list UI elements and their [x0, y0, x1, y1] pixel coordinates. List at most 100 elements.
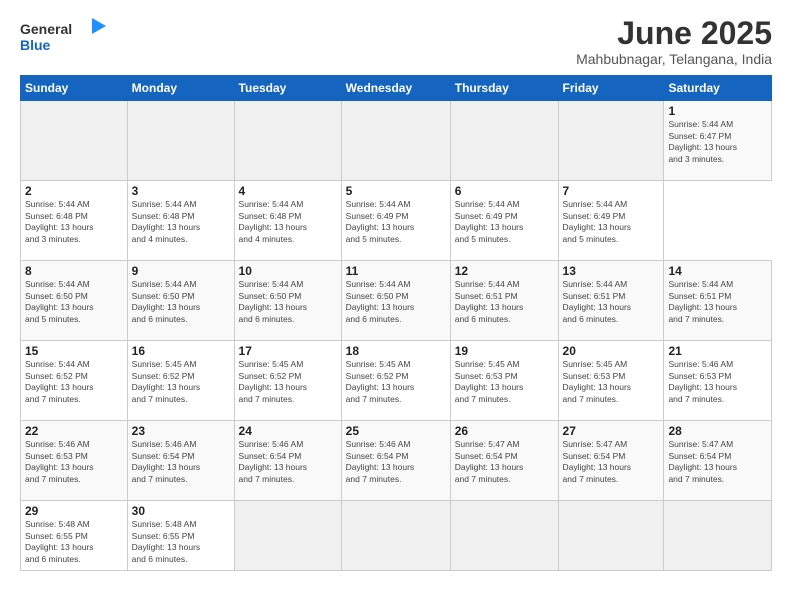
- day-number: 15: [25, 344, 123, 358]
- day-info: Sunrise: 5:44 AM Sunset: 6:51 PM Dayligh…: [668, 279, 767, 325]
- logo-content: General Blue: [20, 16, 110, 61]
- table-row: 17Sunrise: 5:45 AM Sunset: 6:52 PM Dayli…: [234, 341, 341, 421]
- table-row: 8Sunrise: 5:44 AM Sunset: 6:50 PM Daylig…: [21, 261, 128, 341]
- table-row: [341, 501, 450, 571]
- calendar-table: Sunday Monday Tuesday Wednesday Thursday…: [20, 75, 772, 571]
- col-friday: Friday: [558, 76, 664, 101]
- table-row: 22Sunrise: 5:46 AM Sunset: 6:53 PM Dayli…: [21, 421, 128, 501]
- day-number: 4: [239, 184, 337, 198]
- table-row: [341, 101, 450, 181]
- table-row: 27Sunrise: 5:47 AM Sunset: 6:54 PM Dayli…: [558, 421, 664, 501]
- table-row: 16Sunrise: 5:45 AM Sunset: 6:52 PM Dayli…: [127, 341, 234, 421]
- day-info: Sunrise: 5:47 AM Sunset: 6:54 PM Dayligh…: [563, 439, 660, 485]
- day-number: 17: [239, 344, 337, 358]
- day-number: 18: [346, 344, 446, 358]
- day-number: 22: [25, 424, 123, 438]
- col-saturday: Saturday: [664, 76, 772, 101]
- table-row: 21Sunrise: 5:46 AM Sunset: 6:53 PM Dayli…: [664, 341, 772, 421]
- table-row: 6Sunrise: 5:44 AM Sunset: 6:49 PM Daylig…: [450, 181, 558, 261]
- table-row: [558, 501, 664, 571]
- table-row: 20Sunrise: 5:45 AM Sunset: 6:53 PM Dayli…: [558, 341, 664, 421]
- table-row: 5Sunrise: 5:44 AM Sunset: 6:49 PM Daylig…: [341, 181, 450, 261]
- day-info: Sunrise: 5:45 AM Sunset: 6:52 PM Dayligh…: [346, 359, 446, 405]
- day-info: Sunrise: 5:44 AM Sunset: 6:49 PM Dayligh…: [455, 199, 554, 245]
- table-row: 25Sunrise: 5:46 AM Sunset: 6:54 PM Dayli…: [341, 421, 450, 501]
- table-row: 15Sunrise: 5:44 AM Sunset: 6:52 PM Dayli…: [21, 341, 128, 421]
- day-number: 10: [239, 264, 337, 278]
- table-row: 13Sunrise: 5:44 AM Sunset: 6:51 PM Dayli…: [558, 261, 664, 341]
- table-row: [127, 101, 234, 181]
- table-row: 26Sunrise: 5:47 AM Sunset: 6:54 PM Dayli…: [450, 421, 558, 501]
- day-number: 3: [132, 184, 230, 198]
- title-area: June 2025 Mahbubnagar, Telangana, India: [576, 16, 772, 67]
- table-row: 18Sunrise: 5:45 AM Sunset: 6:52 PM Dayli…: [341, 341, 450, 421]
- day-info: Sunrise: 5:46 AM Sunset: 6:54 PM Dayligh…: [132, 439, 230, 485]
- day-number: 9: [132, 264, 230, 278]
- table-row: 23Sunrise: 5:46 AM Sunset: 6:54 PM Dayli…: [127, 421, 234, 501]
- day-number: 1: [668, 104, 767, 118]
- table-row: 30Sunrise: 5:48 AM Sunset: 6:55 PM Dayli…: [127, 501, 234, 571]
- day-number: 27: [563, 424, 660, 438]
- subtitle: Mahbubnagar, Telangana, India: [576, 51, 772, 67]
- table-row: [450, 501, 558, 571]
- day-info: Sunrise: 5:45 AM Sunset: 6:53 PM Dayligh…: [455, 359, 554, 405]
- day-number: 25: [346, 424, 446, 438]
- day-number: 7: [563, 184, 660, 198]
- day-info: Sunrise: 5:44 AM Sunset: 6:51 PM Dayligh…: [455, 279, 554, 325]
- day-number: 24: [239, 424, 337, 438]
- day-number: 6: [455, 184, 554, 198]
- col-sunday: Sunday: [21, 76, 128, 101]
- table-row: 3Sunrise: 5:44 AM Sunset: 6:48 PM Daylig…: [127, 181, 234, 261]
- day-info: Sunrise: 5:46 AM Sunset: 6:53 PM Dayligh…: [25, 439, 123, 485]
- col-wednesday: Wednesday: [341, 76, 450, 101]
- day-info: Sunrise: 5:46 AM Sunset: 6:54 PM Dayligh…: [239, 439, 337, 485]
- table-row: 12Sunrise: 5:44 AM Sunset: 6:51 PM Dayli…: [450, 261, 558, 341]
- day-number: 8: [25, 264, 123, 278]
- day-info: Sunrise: 5:46 AM Sunset: 6:54 PM Dayligh…: [346, 439, 446, 485]
- col-monday: Monday: [127, 76, 234, 101]
- day-info: Sunrise: 5:44 AM Sunset: 6:48 PM Dayligh…: [25, 199, 123, 245]
- day-info: Sunrise: 5:44 AM Sunset: 6:51 PM Dayligh…: [563, 279, 660, 325]
- day-number: 28: [668, 424, 767, 438]
- day-info: Sunrise: 5:44 AM Sunset: 6:52 PM Dayligh…: [25, 359, 123, 405]
- day-info: Sunrise: 5:44 AM Sunset: 6:49 PM Dayligh…: [563, 199, 660, 245]
- day-info: Sunrise: 5:45 AM Sunset: 6:53 PM Dayligh…: [563, 359, 660, 405]
- table-row: [234, 101, 341, 181]
- day-number: 30: [132, 504, 230, 518]
- logo: General Blue: [20, 16, 110, 61]
- table-row: [450, 101, 558, 181]
- day-number: 12: [455, 264, 554, 278]
- table-row: 1Sunrise: 5:44 AM Sunset: 6:47 PM Daylig…: [664, 101, 772, 181]
- table-row: [558, 101, 664, 181]
- day-number: 2: [25, 184, 123, 198]
- table-row: 7Sunrise: 5:44 AM Sunset: 6:49 PM Daylig…: [558, 181, 664, 261]
- day-number: 26: [455, 424, 554, 438]
- table-row: [234, 501, 341, 571]
- day-info: Sunrise: 5:44 AM Sunset: 6:50 PM Dayligh…: [132, 279, 230, 325]
- table-row: 19Sunrise: 5:45 AM Sunset: 6:53 PM Dayli…: [450, 341, 558, 421]
- col-thursday: Thursday: [450, 76, 558, 101]
- day-info: Sunrise: 5:44 AM Sunset: 6:47 PM Dayligh…: [668, 119, 767, 165]
- page: General Blue June 2025 Mahbubnagar, Tela…: [0, 0, 792, 612]
- day-info: Sunrise: 5:45 AM Sunset: 6:52 PM Dayligh…: [239, 359, 337, 405]
- svg-text:General: General: [20, 21, 72, 37]
- day-info: Sunrise: 5:45 AM Sunset: 6:52 PM Dayligh…: [132, 359, 230, 405]
- day-number: 20: [563, 344, 660, 358]
- day-number: 5: [346, 184, 446, 198]
- table-row: [664, 501, 772, 571]
- day-info: Sunrise: 5:47 AM Sunset: 6:54 PM Dayligh…: [668, 439, 767, 485]
- day-number: 13: [563, 264, 660, 278]
- table-row: [21, 101, 128, 181]
- day-info: Sunrise: 5:44 AM Sunset: 6:49 PM Dayligh…: [346, 199, 446, 245]
- svg-text:Blue: Blue: [20, 37, 51, 53]
- table-row: 29Sunrise: 5:48 AM Sunset: 6:55 PM Dayli…: [21, 501, 128, 571]
- day-info: Sunrise: 5:44 AM Sunset: 6:50 PM Dayligh…: [25, 279, 123, 325]
- header-row: Sunday Monday Tuesday Wednesday Thursday…: [21, 76, 772, 101]
- table-row: 2Sunrise: 5:44 AM Sunset: 6:48 PM Daylig…: [21, 181, 128, 261]
- day-info: Sunrise: 5:48 AM Sunset: 6:55 PM Dayligh…: [25, 519, 123, 565]
- table-row: 9Sunrise: 5:44 AM Sunset: 6:50 PM Daylig…: [127, 261, 234, 341]
- day-info: Sunrise: 5:44 AM Sunset: 6:48 PM Dayligh…: [132, 199, 230, 245]
- day-info: Sunrise: 5:44 AM Sunset: 6:48 PM Dayligh…: [239, 199, 337, 245]
- day-number: 29: [25, 504, 123, 518]
- table-row: 10Sunrise: 5:44 AM Sunset: 6:50 PM Dayli…: [234, 261, 341, 341]
